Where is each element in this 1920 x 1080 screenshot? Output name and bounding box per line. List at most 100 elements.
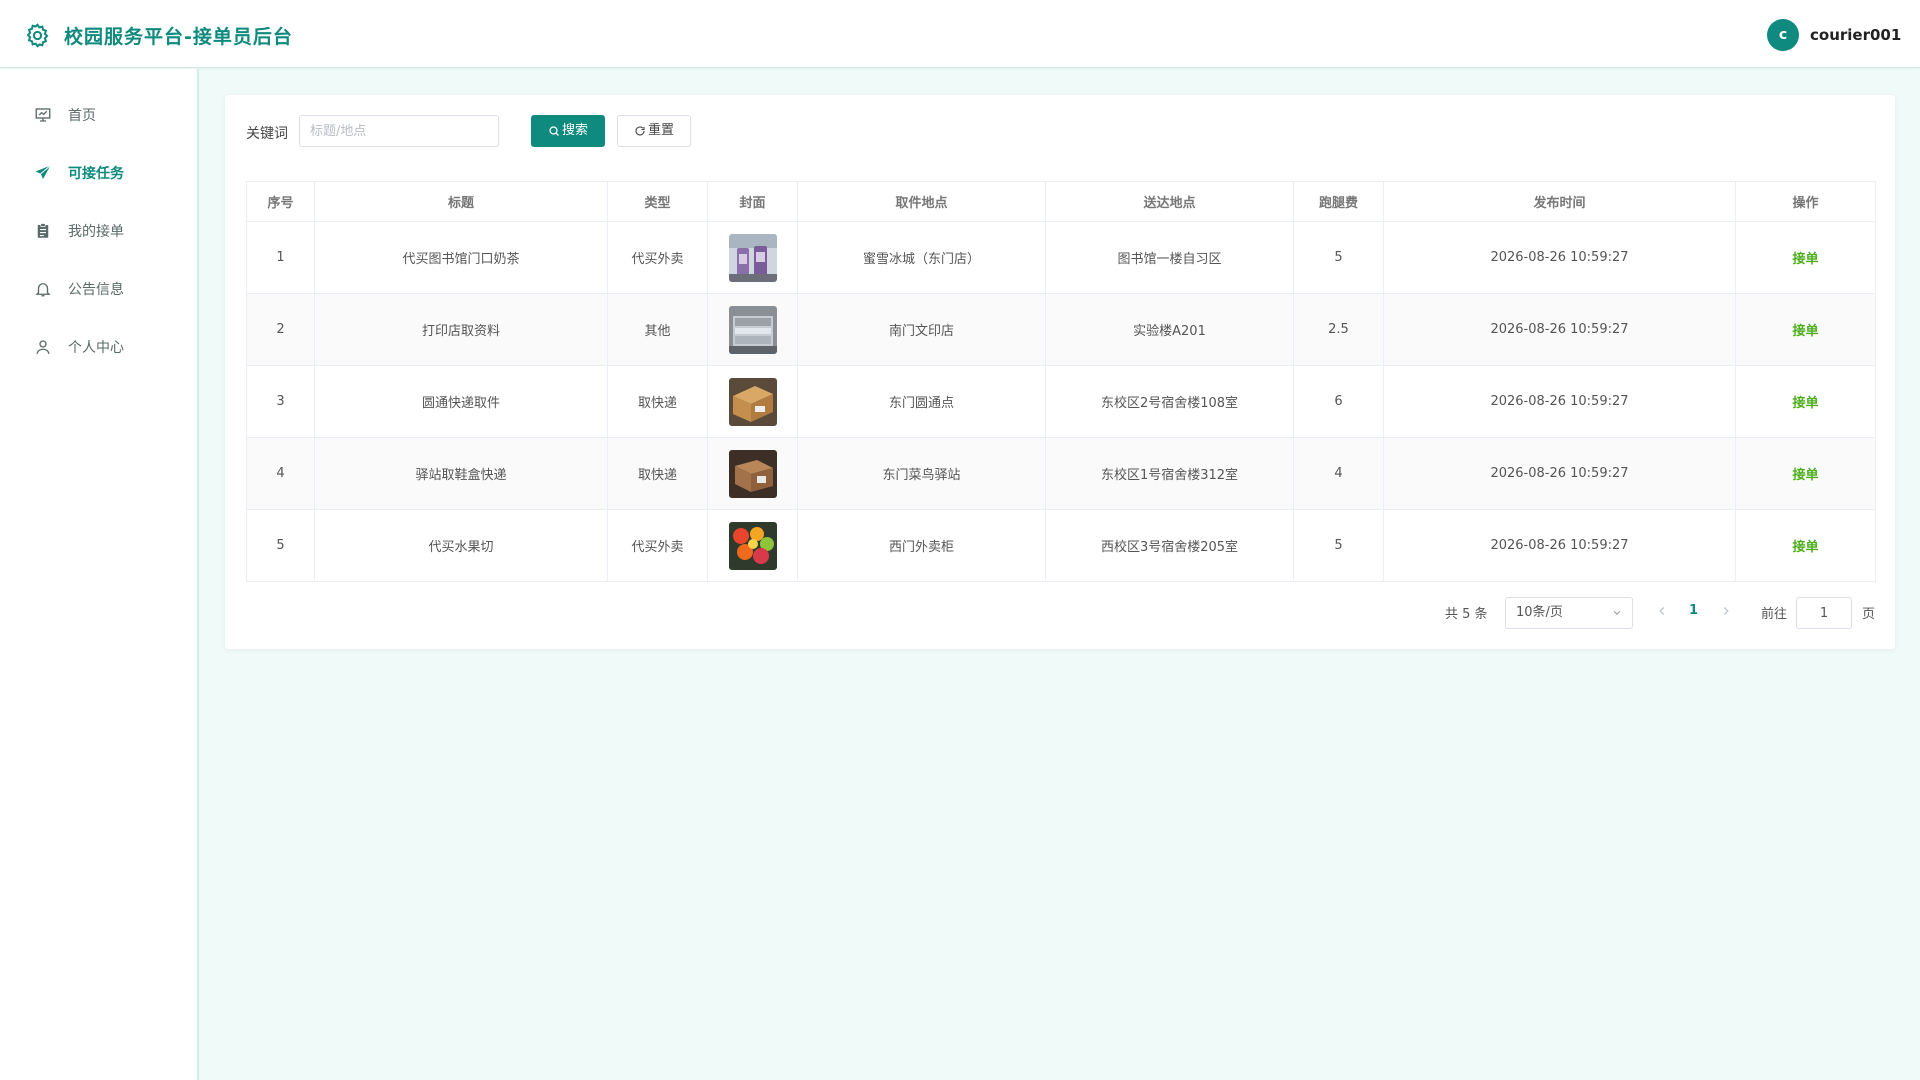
cell-pickup: 东门菜鸟驿站 bbox=[797, 437, 1046, 510]
cell-time: 2026-08-26 10:59:27 bbox=[1383, 365, 1736, 438]
accept-button[interactable]: 接单 bbox=[1792, 396, 1818, 411]
table-row: 5 代买水果切 代买外卖 西门外卖柜 西校区3号宿舍楼205室 5 2026-0… bbox=[246, 509, 1876, 582]
page-size-value: 10条/页 bbox=[1516, 605, 1563, 620]
sidebar-item-label: 可接任务 bbox=[68, 166, 124, 182]
cell-type: 取快递 bbox=[607, 437, 708, 510]
keyword-input[interactable] bbox=[299, 115, 499, 147]
sidebar: 首页 可接任务 我的接单 公告信息 个人中心 bbox=[0, 69, 199, 1080]
column-header: 取件地点 bbox=[797, 181, 1046, 222]
cell-cover bbox=[707, 221, 798, 294]
cell-type: 代买外卖 bbox=[607, 221, 708, 294]
cell-cover bbox=[707, 509, 798, 582]
cell-index: 2 bbox=[246, 293, 315, 366]
cell-title: 代买水果切 bbox=[314, 509, 608, 582]
cell-pickup: 蜜雪冰城（东门店） bbox=[797, 221, 1046, 294]
column-header: 操作 bbox=[1735, 181, 1876, 222]
cell-time: 2026-08-26 10:59:27 bbox=[1383, 509, 1736, 582]
task-table: 序号 标题 类型 封面 取件地点 送达地点 跑腿费 发布时间 操作 1 代买图书… bbox=[246, 181, 1876, 582]
bell-icon bbox=[35, 283, 51, 297]
cell-cover bbox=[707, 293, 798, 366]
cell-action: 接单 bbox=[1735, 293, 1876, 366]
column-header: 送达地点 bbox=[1045, 181, 1294, 222]
cell-pickup: 南门文印店 bbox=[797, 293, 1046, 366]
cell-action: 接单 bbox=[1735, 221, 1876, 294]
cell-index: 1 bbox=[246, 221, 315, 294]
page-number-current[interactable]: 1 bbox=[1689, 603, 1698, 618]
sidebar-item-label: 个人中心 bbox=[68, 340, 124, 356]
search-button[interactable]: 搜索 bbox=[531, 115, 605, 147]
goto-label: 前往 bbox=[1761, 607, 1788, 622]
cell-index: 4 bbox=[246, 437, 315, 510]
next-page-button[interactable] bbox=[1719, 603, 1733, 619]
keyword-label: 关键词 bbox=[246, 126, 288, 142]
search-button-label: 搜索 bbox=[561, 123, 588, 138]
cell-time: 2026-08-26 10:59:27 bbox=[1383, 221, 1736, 294]
cell-title: 驿站取鞋盒快递 bbox=[314, 437, 608, 510]
table-row: 4 驿站取鞋盒快递 取快递 东门菜鸟驿站 东校区1号宿舍楼312室 4 2026… bbox=[246, 437, 1876, 510]
cell-dropoff: 东校区1号宿舍楼312室 bbox=[1045, 437, 1294, 510]
column-header: 发布时间 bbox=[1383, 181, 1736, 222]
cell-action: 接单 bbox=[1735, 437, 1876, 510]
printed-papers-image[interactable] bbox=[728, 305, 777, 354]
column-header: 封面 bbox=[707, 181, 798, 222]
cell-fee: 5 bbox=[1293, 509, 1384, 582]
parcel-box-image[interactable] bbox=[728, 377, 777, 426]
milk-tea-image[interactable] bbox=[728, 233, 777, 282]
accept-button[interactable]: 接单 bbox=[1792, 540, 1818, 555]
top-header: 校园服务平台-接单员后台 c courier001 bbox=[0, 0, 1920, 68]
send-icon bbox=[35, 165, 51, 179]
cell-time: 2026-08-26 10:59:27 bbox=[1383, 293, 1736, 366]
shoe-box-image[interactable] bbox=[728, 449, 777, 498]
accept-button[interactable]: 接单 bbox=[1792, 252, 1818, 267]
sidebar-item-announcements[interactable]: 公告信息 bbox=[0, 260, 197, 318]
cell-action: 接单 bbox=[1735, 365, 1876, 438]
accept-button[interactable]: 接单 bbox=[1792, 324, 1818, 339]
sidebar-item-profile[interactable]: 个人中心 bbox=[0, 318, 197, 376]
cell-title: 打印店取资料 bbox=[314, 293, 608, 366]
sidebar-item-home[interactable]: 首页 bbox=[0, 86, 197, 144]
prev-page-button[interactable] bbox=[1655, 603, 1669, 619]
goto-page-input[interactable] bbox=[1796, 597, 1852, 629]
cell-fee: 5 bbox=[1293, 221, 1384, 294]
table-row: 2 打印店取资料 其他 南门文印店 实验楼A201 2.5 2026-08-26… bbox=[246, 293, 1876, 366]
sidebar-item-my-orders[interactable]: 我的接单 bbox=[0, 202, 197, 260]
cell-type: 代买外卖 bbox=[607, 509, 708, 582]
sidebar-item-available-tasks[interactable]: 可接任务 bbox=[0, 144, 197, 202]
column-header: 标题 bbox=[314, 181, 608, 222]
cell-cover bbox=[707, 437, 798, 510]
app-title: 校园服务平台-接单员后台 bbox=[64, 26, 293, 48]
cell-time: 2026-08-26 10:59:27 bbox=[1383, 437, 1736, 510]
table-row: 3 圆通快递取件 取快递 东门圆通点 东校区2号宿舍楼108室 6 2026-0… bbox=[246, 365, 1876, 438]
cell-dropoff: 东校区2号宿舍楼108室 bbox=[1045, 365, 1294, 438]
cell-dropoff: 西校区3号宿舍楼205室 bbox=[1045, 509, 1294, 582]
table-header-row: 序号 标题 类型 封面 取件地点 送达地点 跑腿费 发布时间 操作 bbox=[246, 181, 1876, 222]
fruit-cup-image[interactable] bbox=[728, 521, 777, 570]
cell-fee: 2.5 bbox=[1293, 293, 1384, 366]
username[interactable]: courier001 bbox=[1810, 26, 1901, 44]
column-header: 类型 bbox=[607, 181, 708, 222]
cell-type: 其他 bbox=[607, 293, 708, 366]
cell-title: 圆通快递取件 bbox=[314, 365, 608, 438]
table-row: 1 代买图书馆门口奶茶 代买外卖 蜜雪冰城（东门店） 图书馆一楼自习区 5 20… bbox=[246, 221, 1876, 294]
refresh-icon bbox=[635, 125, 645, 135]
accept-button[interactable]: 接单 bbox=[1792, 468, 1818, 483]
cell-fee: 4 bbox=[1293, 437, 1384, 510]
cell-type: 取快递 bbox=[607, 365, 708, 438]
cell-index: 5 bbox=[246, 509, 315, 582]
page-unit-label: 页 bbox=[1862, 607, 1876, 622]
page-size-select[interactable]: 10条/页 bbox=[1505, 597, 1633, 629]
task-list-card: 关键词 搜索 重置 序号 标题 类型 封面 取件地点 送达地点 bbox=[225, 95, 1895, 649]
column-header: 跑腿费 bbox=[1293, 181, 1384, 222]
cell-pickup: 西门外卖柜 bbox=[797, 509, 1046, 582]
cell-dropoff: 实验楼A201 bbox=[1045, 293, 1294, 366]
cell-title: 代买图书馆门口奶茶 bbox=[314, 221, 608, 294]
sidebar-item-label: 首页 bbox=[68, 108, 96, 124]
pagination-total: 共 5 条 bbox=[1445, 607, 1488, 622]
cell-cover bbox=[707, 365, 798, 438]
reset-button[interactable]: 重置 bbox=[617, 115, 691, 147]
gear-icon bbox=[26, 23, 49, 48]
avatar[interactable]: c bbox=[1767, 19, 1799, 51]
cell-action: 接单 bbox=[1735, 509, 1876, 582]
user-icon bbox=[36, 340, 50, 354]
cell-pickup: 东门圆通点 bbox=[797, 365, 1046, 438]
